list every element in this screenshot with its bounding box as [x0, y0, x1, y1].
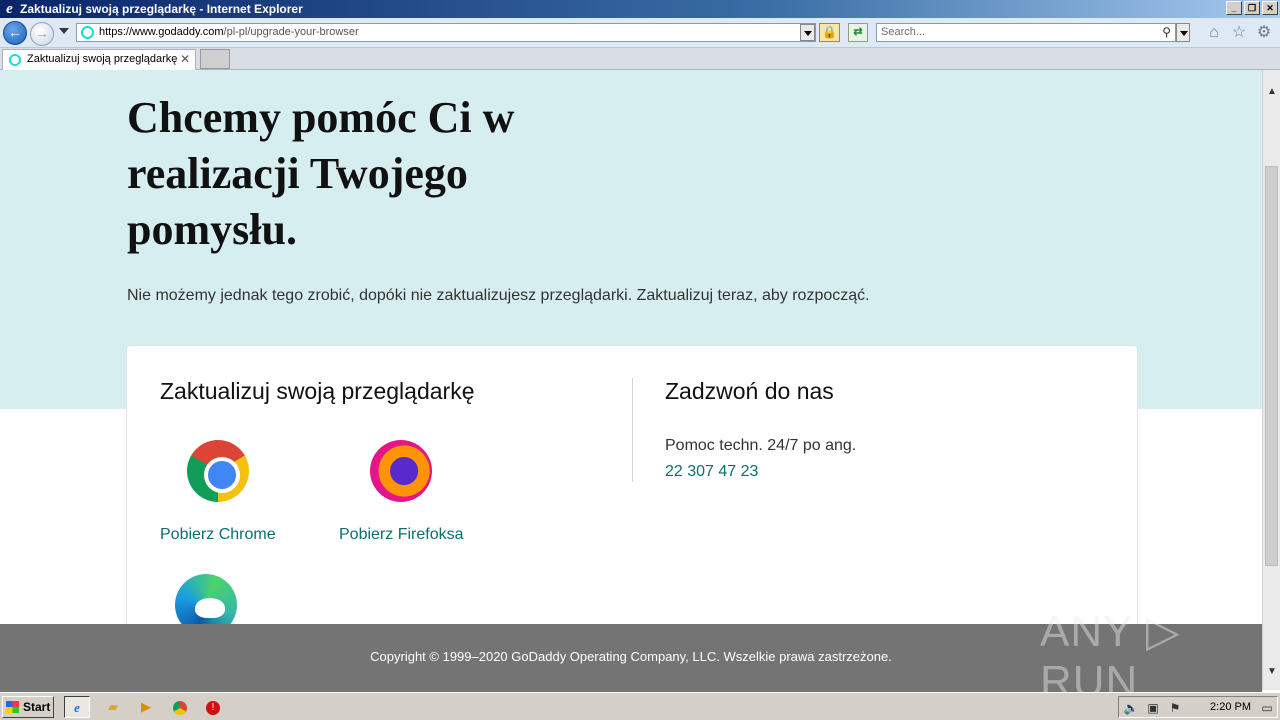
scrollbar-thumb[interactable] — [1265, 166, 1278, 566]
tab-upgrade-browser[interactable]: Zaktualizuj swoją przeglądarkę ✕ — [2, 49, 196, 70]
network-icon[interactable]: ▣ — [1145, 700, 1161, 716]
copyright-text: Copyright © 1999–2020 GoDaddy Operating … — [370, 649, 892, 664]
support-phone-link[interactable]: 22 307 47 23 — [665, 463, 758, 481]
page-viewport: Chcemy pomóc Ci w realizacji Twojego pom… — [0, 70, 1262, 624]
search-dropdown-button[interactable] — [1176, 23, 1190, 42]
clock[interactable]: 2:20 PM — [1210, 701, 1251, 713]
start-button[interactable]: Start — [2, 696, 54, 718]
navigation-bar: ← → https://www.godaddy.com/pl-pl/upgrad… — [0, 18, 1280, 48]
download-firefox-option[interactable]: Pobierz Firefoksa — [339, 440, 464, 544]
upgrade-browser-heading: Zaktualizuj swoją przeglądarkę — [160, 378, 475, 404]
show-desktop-icon[interactable]: ▭ — [1259, 700, 1275, 716]
vertical-scrollbar[interactable]: ▲ ▼ — [1262, 70, 1280, 690]
tab-bar: Zaktualizuj swoją przeglądarkę ✕ — [0, 48, 1280, 70]
godaddy-favicon-icon — [81, 26, 94, 39]
taskbar-explorer-icon[interactable]: ▰ — [100, 696, 126, 718]
download-chrome-option[interactable]: Pobierz Chrome — [160, 440, 276, 544]
search-icon[interactable]: ⚲ — [1162, 24, 1171, 41]
support-hours-text: Pomoc techn. 24/7 po ang. — [665, 437, 857, 454]
firefox-icon[interactable] — [370, 440, 433, 502]
upgrade-card: Zaktualizuj swoją przeglądarkę Pobierz C… — [126, 345, 1138, 624]
forward-button[interactable]: → — [30, 22, 54, 46]
home-icon[interactable]: ⌂ — [1205, 24, 1223, 42]
page-headline: Chcemy pomóc Ci w realizacji Twojego pom… — [127, 93, 515, 254]
address-dropdown-button[interactable] — [800, 24, 815, 41]
download-firefox-link[interactable]: Pobierz Firefoksa — [339, 526, 464, 544]
address-host: https://www.godaddy.com — [99, 26, 224, 38]
system-tray: 🔈 ▣ ⚑ 2:20 PM ▭ — [1118, 696, 1278, 718]
address-bar[interactable]: https://www.godaddy.com/pl-pl/upgrade-yo… — [76, 23, 816, 42]
close-button[interactable]: ✕ — [1262, 1, 1278, 15]
window-controls: _ ❐ ✕ — [1226, 1, 1278, 15]
tab-label: Zaktualizuj swoją przeglądarkę — [27, 53, 178, 65]
windows-taskbar: Start e ▰ ▶ ! 🔈 ▣ ⚑ 2:20 PM ▭ — [0, 692, 1280, 720]
window-title: Zaktualizuj swoją przeglądarkę - Interne… — [20, 2, 303, 16]
minimize-button[interactable]: _ — [1226, 1, 1242, 15]
back-button[interactable]: ← — [3, 21, 27, 45]
search-input[interactable]: Search... ⚲ — [876, 23, 1176, 42]
maximize-button[interactable]: ❐ — [1244, 1, 1260, 15]
settings-gear-icon[interactable]: ⚙ — [1255, 24, 1273, 42]
taskbar-chrome-icon[interactable] — [167, 696, 193, 718]
download-edge-option[interactable] — [175, 574, 237, 624]
scroll-up-icon[interactable]: ▲ — [1266, 86, 1278, 98]
volume-icon[interactable]: 🔈 — [1123, 700, 1139, 716]
history-dropdown-icon[interactable] — [59, 28, 69, 34]
edge-icon[interactable] — [175, 574, 237, 624]
page-subline: Nie możemy jednak tego zrobić, dopóki ni… — [127, 287, 870, 304]
chrome-icon[interactable] — [186, 440, 249, 502]
scroll-down-icon[interactable]: ▼ — [1266, 666, 1278, 678]
taskbar-ie-icon[interactable]: e — [64, 696, 90, 718]
favorites-star-icon[interactable]: ☆ — [1230, 24, 1248, 42]
search-placeholder: Search... — [881, 26, 926, 38]
card-divider — [632, 378, 633, 482]
start-label: Start — [23, 700, 51, 714]
action-center-flag-icon[interactable]: ⚑ — [1167, 700, 1183, 716]
address-path: /pl-pl/upgrade-your-browser — [223, 26, 359, 38]
godaddy-favicon-icon — [9, 54, 21, 66]
taskbar-stop-icon[interactable]: ! — [200, 696, 226, 718]
download-chrome-link[interactable]: Pobierz Chrome — [160, 526, 276, 544]
compatibility-refresh-button[interactable]: ⇄ — [848, 23, 868, 42]
window-titlebar: e Zaktualizuj swoją przeglądarkę - Inter… — [0, 0, 1280, 18]
taskbar-media-player-icon[interactable]: ▶ — [133, 696, 159, 718]
windows-flag-icon — [6, 701, 19, 713]
close-tab-icon[interactable]: ✕ — [180, 50, 190, 69]
call-us-heading: Zadzwoń do nas — [665, 378, 834, 404]
new-tab-button[interactable] — [200, 49, 230, 69]
ie-logo-icon: e — [6, 0, 13, 17]
security-lock-icon[interactable]: 🔒 — [819, 23, 840, 42]
